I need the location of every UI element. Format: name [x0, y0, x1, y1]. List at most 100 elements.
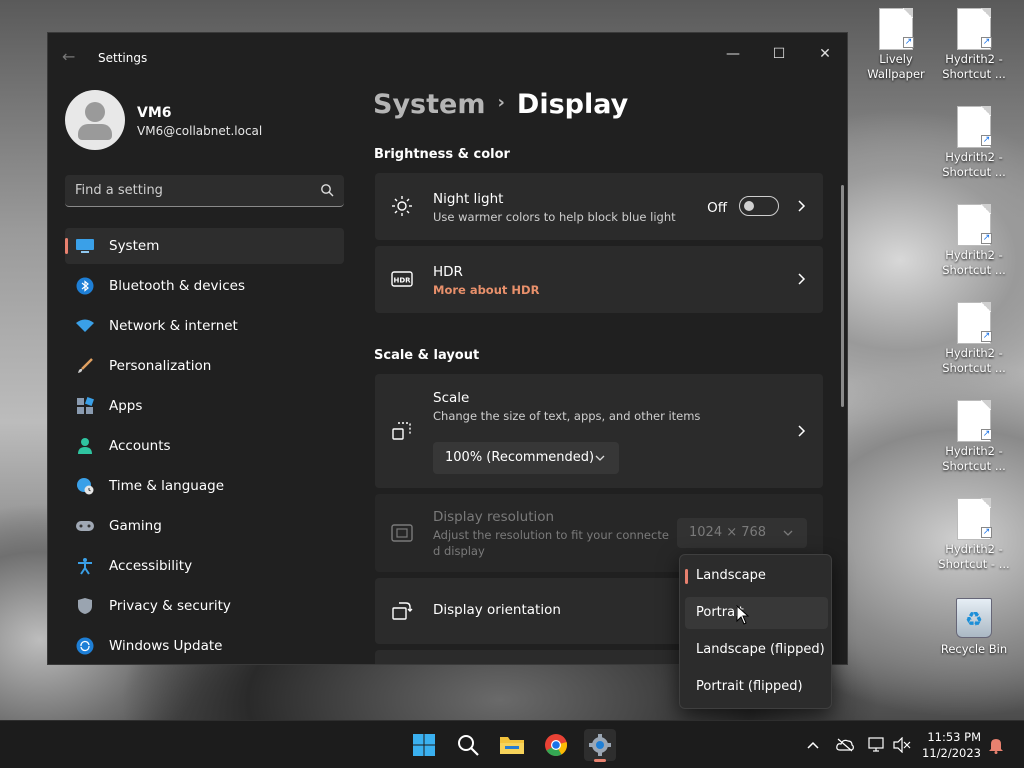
chevron-up-icon[interactable] [803, 735, 823, 755]
desktop-icon-lively-wallpaper[interactable]: ↗ Lively Wallpaper [856, 8, 936, 82]
sidebar-item-personalization[interactable]: Personalization [65, 348, 344, 384]
file-icon: ↗ [957, 106, 992, 148]
chevron-right-icon[interactable] [795, 273, 807, 285]
scale-dropdown[interactable]: 100% (Recommended) [433, 442, 619, 474]
section-title-brightness: Brightness & color [374, 147, 510, 162]
chevron-right-icon[interactable] [795, 200, 807, 212]
sidebar-item-accessibility[interactable]: Accessibility [65, 548, 344, 584]
section-title-scale-layout: Scale & layout [374, 348, 480, 363]
close-button[interactable]: ✕ [802, 39, 847, 69]
night-light-subtitle: Use warmer colors to help block blue lig… [433, 210, 676, 224]
sidebar-item-label: Privacy & security [109, 598, 231, 614]
scale-card[interactable]: Scale Change the size of text, apps, and… [375, 374, 823, 488]
sidebar-item-label: Gaming [109, 518, 162, 534]
update-sync-icon [75, 636, 95, 656]
shortcut-arrow-icon: ↗ [981, 135, 992, 146]
display-resolution-dropdown: 1024 × 768 [677, 518, 807, 548]
hdr-card[interactable]: HDR HDR More about HDR [375, 246, 823, 313]
desktop-icon-recycle-bin[interactable]: ♻ Recycle Bin [934, 598, 1014, 657]
bluetooth-icon [75, 276, 95, 296]
back-arrow-icon[interactable]: ← [62, 47, 82, 67]
hdr-title: HDR [433, 264, 463, 280]
shortcut-arrow-icon: ↗ [981, 331, 992, 342]
search-input[interactable] [65, 175, 305, 206]
maximize-button[interactable]: ☐ [756, 39, 802, 69]
file-explorer-folder-icon[interactable] [496, 729, 528, 761]
display-orientation-title: Display orientation [433, 602, 561, 618]
sidebar-item-privacy-security[interactable]: Privacy & security [65, 588, 344, 624]
search-icon[interactable] [320, 183, 334, 197]
sidebar-item-time-language[interactable]: Time & language [65, 468, 344, 504]
onedrive-cloud-icon[interactable] [835, 735, 855, 755]
orientation-option-portrait[interactable]: Portrait [685, 597, 828, 629]
recycle-bin-icon: ♻ [956, 598, 992, 638]
monitor-icon [75, 236, 95, 256]
shortcut-arrow-icon: ↗ [981, 233, 992, 244]
display-resolution-subtitle-line1: Adjust the resolution to fit your connec… [433, 528, 669, 542]
sidebar-item-label: Bluetooth & devices [109, 278, 246, 294]
orientation-rotate-icon [392, 602, 413, 620]
toggle-knob [744, 201, 754, 211]
window-title: Settings [98, 51, 148, 65]
hdr-icon: HDR [391, 271, 413, 287]
night-light-card[interactable]: Night light Use warmer colors to help bl… [375, 173, 823, 240]
resolution-icon [391, 524, 413, 542]
sidebar-item-label: Accessibility [109, 558, 193, 574]
clock-date[interactable]: 11/2/2023 [901, 746, 981, 760]
chevron-down-icon [783, 530, 793, 536]
network-monitor-icon[interactable] [867, 735, 887, 755]
orientation-option-landscape[interactable]: Landscape [685, 560, 828, 592]
profile-name: VM6 [137, 105, 172, 121]
breadcrumb-parent[interactable]: System [373, 89, 485, 120]
orientation-dropdown-menu: Landscape Portrait Landscape (flipped) P… [679, 554, 832, 709]
gamepad-icon [75, 516, 95, 536]
orientation-option-portrait-flipped[interactable]: Portrait (flipped) [685, 671, 828, 703]
avatar[interactable] [65, 90, 125, 150]
sidebar-item-accounts[interactable]: Accounts [65, 428, 344, 464]
scrollbar-thumb[interactable] [841, 185, 844, 407]
brush-icon [75, 356, 95, 376]
shortcut-arrow-icon: ↗ [981, 429, 992, 440]
desktop-icon-hydrith2-shortcut[interactable]: ↗ Hydrith2 - Shortcut ... [934, 204, 1014, 278]
search-box [65, 175, 344, 207]
sidebar-item-label: Apps [109, 398, 143, 414]
desktop-icon-hydrith2-shortcut[interactable]: ↗ Hydrith2 - Shortcut ... [934, 8, 1014, 82]
scale-resize-icon [392, 422, 411, 440]
sidebar-item-network-internet[interactable]: Network & internet [65, 308, 344, 344]
desktop-icon-hydrith2-shortcut[interactable]: ↗ Hydrith2 - Shortcut ... [934, 302, 1014, 376]
sidebar-item-windows-update[interactable]: Windows Update [65, 628, 344, 664]
sidebar-item-label: System [109, 238, 160, 254]
desktop-icon-hydrith2-shortcut[interactable]: ↗ Hydrith2 - Shortcut - ... [934, 498, 1014, 572]
globe-clock-icon [75, 476, 95, 496]
orientation-option-landscape-flipped[interactable]: Landscape (flipped) [685, 634, 828, 666]
minimize-button[interactable]: — [710, 39, 756, 69]
desktop-icon-hydrith2-shortcut[interactable]: ↗ Hydrith2 - Shortcut ... [934, 400, 1014, 474]
start-windows-icon[interactable] [408, 729, 440, 761]
wifi-icon [75, 316, 95, 336]
search-icon[interactable] [452, 729, 484, 761]
chevron-right-icon[interactable] [795, 425, 807, 437]
hdr-link[interactable]: More about HDR [433, 283, 539, 297]
sidebar-item-apps[interactable]: Apps [65, 388, 344, 424]
shield-icon [75, 596, 95, 616]
sidebar-item-system[interactable]: System [65, 228, 344, 264]
night-light-toggle[interactable] [739, 196, 779, 216]
mouse-cursor-icon [736, 605, 750, 625]
chrome-browser-icon[interactable] [540, 729, 572, 761]
desktop-icon-hydrith2-shortcut[interactable]: ↗ Hydrith2 - Shortcut ... [934, 106, 1014, 180]
brightness-sun-icon [392, 196, 412, 216]
clock-time[interactable]: 11:53 PM [901, 730, 981, 744]
accessibility-icon [75, 556, 95, 576]
sidebar-item-label: Network & internet [109, 318, 238, 334]
scale-title: Scale [433, 390, 470, 406]
sidebar-item-label: Personalization [109, 358, 212, 374]
settings-gear-icon[interactable] [584, 729, 616, 762]
taskbar: 11:53 PM 11/2/2023 [0, 720, 1024, 768]
profile-email: VM6@collabnet.local [137, 124, 263, 138]
sidebar-item-gaming[interactable]: Gaming [65, 508, 344, 544]
chevron-down-icon [595, 455, 605, 461]
sidebar-item-bluetooth-devices[interactable]: Bluetooth & devices [65, 268, 344, 304]
display-resolution-title: Display resolution [433, 509, 555, 525]
shortcut-arrow-icon: ↗ [981, 37, 992, 48]
notification-bell-icon[interactable] [986, 735, 1006, 755]
